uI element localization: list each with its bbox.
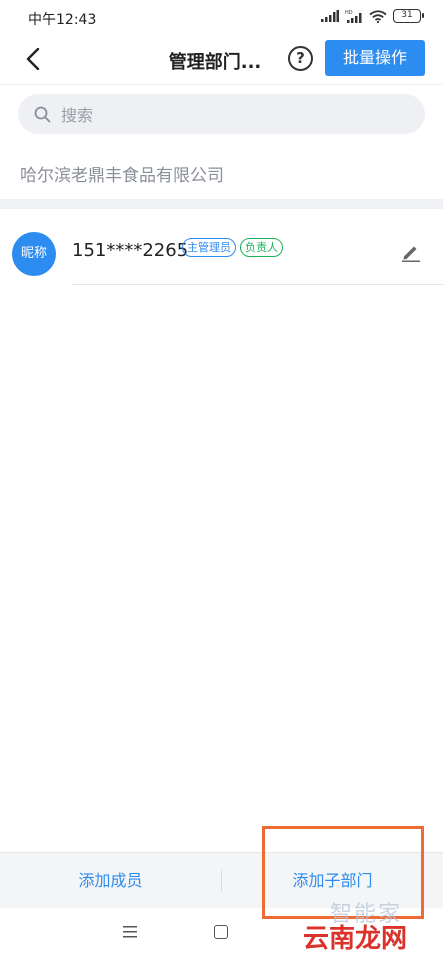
home-icon[interactable] — [214, 925, 228, 939]
add-member-button[interactable]: 添加成员 — [0, 853, 221, 909]
member-phone: 151****2265 — [72, 240, 189, 261]
avatar: 昵称 — [12, 232, 56, 276]
watermark-logo: 云南龙网 — [303, 924, 408, 954]
status-icons: HD 31 — [321, 9, 424, 23]
page-title: 管理部门... — [168, 52, 262, 73]
search-placeholder: 搜索 — [61, 106, 94, 125]
status-bar: 中午12:43 HD 31 — [0, 0, 443, 36]
chevron-left-icon — [26, 48, 40, 70]
batch-operation-button[interactable]: 批量操作 — [325, 40, 425, 76]
pencil-icon — [402, 246, 420, 262]
nav-bar: 管理部门... ? 批量操作 — [0, 36, 443, 82]
search-icon — [34, 106, 51, 122]
wifi-icon — [369, 9, 387, 23]
back-button[interactable] — [18, 44, 48, 74]
owner-badge: 负责人 — [240, 238, 283, 257]
admin-badge: 主管理员 — [182, 238, 236, 257]
search-input[interactable]: 搜索 — [18, 94, 425, 134]
status-time: 中午12:43 — [28, 12, 97, 28]
svg-text:HD: HD — [345, 10, 353, 16]
help-button[interactable]: ? — [288, 46, 313, 71]
list-item[interactable]: 昵称 151****2265 主管理员 负责人 — [0, 209, 443, 285]
signal-icon — [321, 10, 339, 22]
nav-divider — [0, 84, 443, 85]
row-divider — [72, 284, 443, 285]
hd-signal-icon: HD — [345, 10, 362, 23]
battery-icon: 31 — [393, 9, 424, 23]
section-separator — [0, 199, 443, 209]
company-name[interactable]: 哈尔滨老鼎丰食品有限公司 — [20, 161, 224, 186]
edit-button[interactable] — [400, 241, 422, 263]
menu-icon[interactable] — [122, 925, 138, 939]
